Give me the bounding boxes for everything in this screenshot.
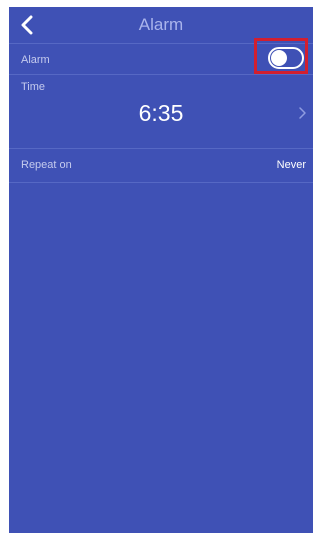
- page-title: Alarm: [138, 15, 184, 34]
- time-label: Time: [21, 81, 46, 93]
- chevron-right-icon[interactable]: [297, 106, 307, 120]
- divider: [9, 182, 313, 183]
- toggle-highlight: [254, 38, 308, 74]
- toggle-knob: [271, 50, 287, 66]
- alarm-toggle[interactable]: [268, 47, 304, 69]
- repeat-value[interactable]: Never: [277, 159, 306, 171]
- divider: [9, 148, 313, 149]
- divider: [9, 74, 313, 75]
- alarm-label: Alarm: [21, 54, 50, 66]
- time-value[interactable]: 6:35: [9, 100, 313, 127]
- repeat-label: Repeat on: [21, 159, 72, 171]
- alarm-screen: Alarm Alarm Time 6:35 Repeat on Never: [9, 7, 313, 533]
